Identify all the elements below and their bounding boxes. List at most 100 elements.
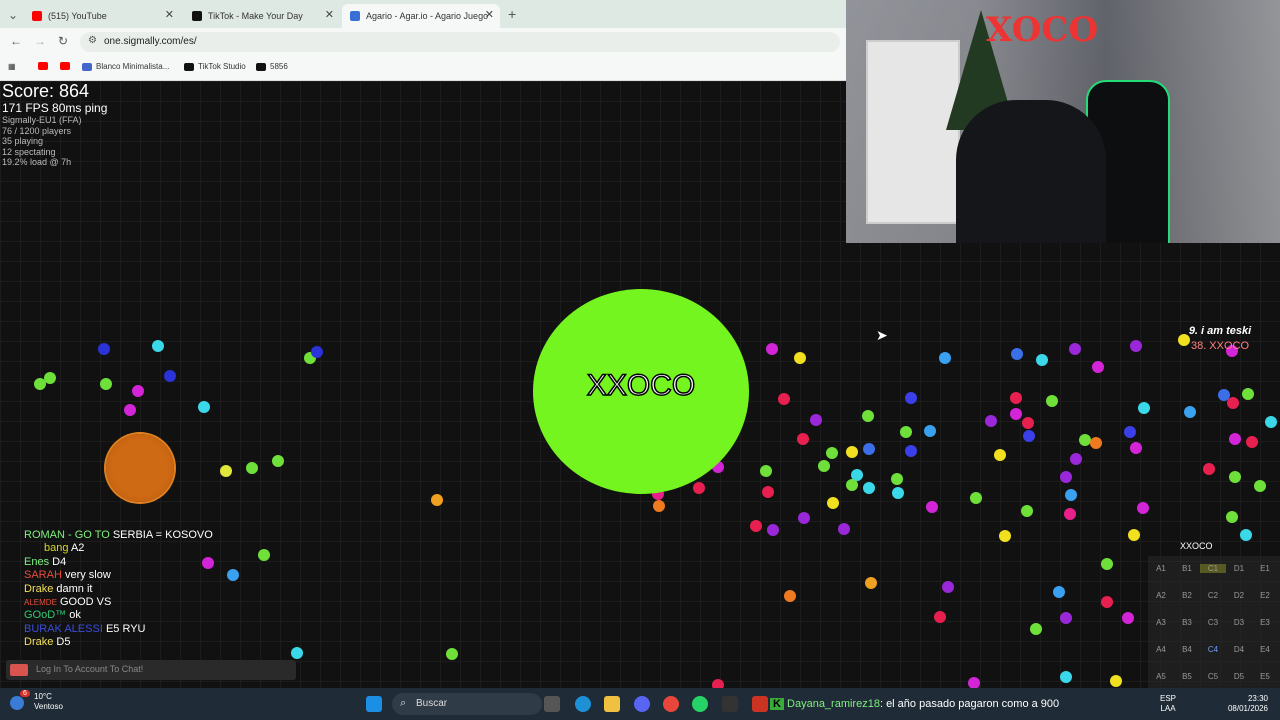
bookmark-youtube-1[interactable] — [38, 62, 52, 70]
pellet — [1053, 586, 1065, 598]
server-text: Sigmally-EU1 (FFA) — [2, 115, 82, 125]
minimap-cell: B1 — [1182, 564, 1192, 573]
minimap-cell: D2 — [1233, 591, 1245, 600]
reload-icon[interactable]: ↻ — [58, 34, 68, 48]
pellet — [1065, 489, 1077, 501]
pellet — [846, 479, 858, 491]
bookmark-youtube-2[interactable] — [60, 62, 74, 70]
chat-text: damn it — [56, 582, 93, 595]
players-text: 76 / 1200 players — [2, 125, 72, 136]
pellet — [220, 465, 232, 477]
pellet — [1122, 612, 1134, 624]
minimap-cell: C3 — [1207, 618, 1219, 627]
chat-message: GOoD™ ok — [8, 609, 308, 622]
pellet — [152, 340, 164, 352]
pellet — [1060, 671, 1072, 683]
tab-title: Agario - Agar.io - Agario Juego — [366, 11, 489, 21]
new-tab-button[interactable]: + — [508, 6, 516, 22]
bookmark-5856[interactable]: 5856 — [256, 62, 288, 71]
pellet — [767, 524, 779, 536]
whatsapp-icon[interactable] — [692, 696, 708, 712]
tab-tiktok[interactable]: TikTok - Make Your Day ✕ — [184, 4, 340, 28]
weather-icon[interactable] — [10, 696, 24, 710]
tab-agario[interactable]: Agario - Agar.io - Agario Juego ✕ — [342, 4, 500, 28]
system-clock[interactable]: 23:30 08/01/2026 — [1228, 694, 1268, 714]
pellet — [818, 460, 830, 472]
task-view-icon[interactable] — [544, 696, 560, 712]
pellet — [653, 500, 665, 512]
pellet — [1265, 416, 1277, 428]
pellet — [826, 447, 838, 459]
minimap-cell: E3 — [1260, 618, 1270, 627]
chat-author: BURAK ALESSI — [24, 622, 103, 635]
pellet — [905, 445, 917, 457]
pellet — [1110, 675, 1122, 687]
back-icon[interactable]: ← — [10, 34, 22, 48]
minimap-cell: D5 — [1233, 672, 1245, 681]
url-field[interactable]: ⚙ one.sigmally.com/es/ — [80, 32, 840, 52]
pellet — [1254, 480, 1266, 492]
pellet — [994, 449, 1006, 461]
start-icon[interactable] — [366, 696, 382, 712]
pellet — [1184, 406, 1196, 418]
discord-icon[interactable] — [634, 696, 650, 712]
bookmark-canva[interactable]: Blanco Minimalista... — [82, 62, 169, 71]
pellet — [926, 501, 938, 513]
forward-icon[interactable]: → — [34, 34, 46, 48]
mail-icon[interactable] — [10, 664, 28, 676]
close-icon[interactable]: ✕ — [165, 8, 174, 21]
pellet — [862, 410, 874, 422]
pellet — [891, 473, 903, 485]
clock-time: 23:30 — [1247, 694, 1268, 703]
edge-icon[interactable] — [575, 696, 591, 712]
pellet — [431, 494, 443, 506]
temperature: 10°C — [34, 692, 52, 701]
browser-tabbar: ⌄ (515) YouTube ✕ TikTok - Make Your Day… — [0, 0, 846, 28]
taskbar-search[interactable]: ⌕ Buscar — [392, 693, 542, 715]
close-icon[interactable]: ✕ — [485, 8, 494, 21]
minimap-cell: C4 — [1207, 645, 1219, 654]
pellet — [1242, 388, 1254, 400]
youtube-icon — [38, 62, 48, 70]
minimap[interactable]: A1 B1 C1 D1 E1 A2 B2 C2 D2 E2 A3 B3 C3 D… — [1148, 556, 1280, 688]
language-indicator[interactable]: ESP LAA — [1160, 694, 1176, 714]
pellet — [1022, 417, 1034, 429]
chrome-icon[interactable] — [663, 696, 679, 712]
apps-icon[interactable]: ▦ — [8, 62, 16, 71]
chat-input[interactable]: Log In To Account To Chat! — [6, 660, 296, 680]
pellet — [798, 512, 810, 524]
minimap-player-label: XXOCO — [1180, 541, 1213, 551]
ticker-user: Dayana_ramirez18 — [787, 698, 880, 710]
pellet — [905, 392, 917, 404]
tiktok-icon — [192, 11, 202, 21]
playing-text: 35 playing — [2, 136, 44, 146]
pellet — [1060, 612, 1072, 624]
tab-youtube[interactable]: (515) YouTube ✕ — [24, 4, 180, 28]
chat-text: very slow — [64, 569, 111, 582]
player-cell: XXOCO — [533, 289, 749, 494]
pellet — [766, 343, 778, 355]
pellet — [272, 455, 284, 467]
app-icon[interactable] — [722, 696, 738, 712]
tab-list-icon[interactable]: ⌄ — [8, 8, 18, 22]
youtube-icon — [32, 11, 42, 21]
bookmark-tiktok-studio[interactable]: TikTok Studio — [184, 62, 246, 71]
app-icon[interactable] — [752, 696, 768, 712]
chat-author: Drake — [24, 636, 54, 649]
load-text: 19.2% load @ 7h — [2, 157, 72, 167]
chat-panel: ROMAN - GO TO SERBIA = KOSOVO bang A2 En… — [8, 529, 308, 650]
file-explorer-icon[interactable] — [604, 696, 620, 712]
weather-widget[interactable]: 10°C Ventoso — [34, 692, 63, 712]
pellet — [1060, 471, 1072, 483]
pellet — [1046, 395, 1058, 407]
pellet — [750, 520, 762, 532]
pellet — [784, 590, 796, 602]
site-info-icon[interactable]: ⚙ — [88, 35, 97, 46]
pellet — [164, 370, 176, 382]
leaderboard: 9. i am teski 38. XXOCO — [1160, 324, 1280, 354]
pellet — [1227, 397, 1239, 409]
chat-author: bang — [44, 542, 69, 555]
pellet — [1203, 463, 1215, 475]
close-icon[interactable]: ✕ — [325, 8, 334, 21]
bookmarks-bar: ▦ Blanco Minimalista... TikTok Studio 58… — [0, 56, 846, 81]
